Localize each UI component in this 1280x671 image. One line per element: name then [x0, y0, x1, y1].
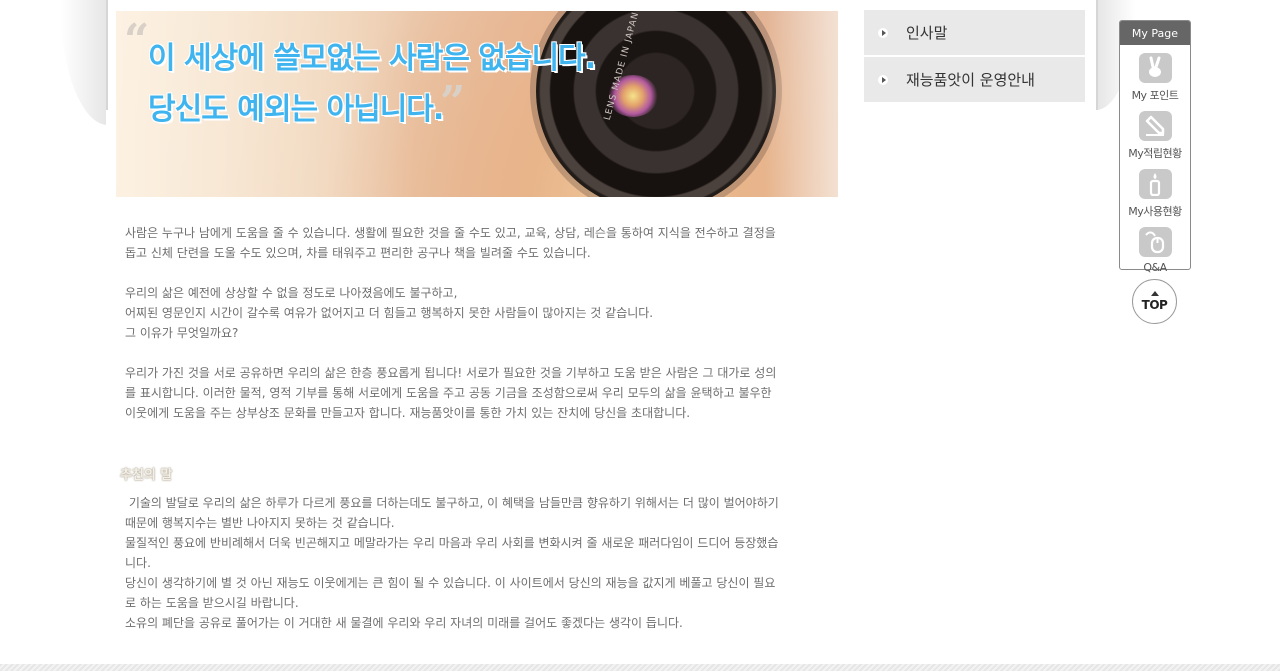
text-line: 우리의 삶은 예전에 상상할 수 없을 정도로 나아졌음에도 불구하고, [125, 286, 458, 300]
my-points-label: My 포인트 [1131, 89, 1179, 102]
text-line: 우리가 가진 것을 서로 공유하면 우리의 삶은 한층 풍요롭게 됩니다! 서로… [125, 366, 777, 380]
open-quote-icon: “ [124, 15, 150, 66]
card-shadow-left [60, 0, 108, 125]
text-line: 어찌된 영문인지 시간이 갈수록 여유가 없어지고 더 힘들고 행복하지 못한 … [125, 306, 654, 320]
hero-quote-line1: 이 세상에 쓸모없는 사람은 없습니다. [148, 41, 596, 76]
submenu-item-label: 인사말 [906, 24, 948, 42]
recommend-text: 기술의 발달로 우리의 삶은 하루가 다르게 풍요를 더하는데도 불구하고, 이… [125, 493, 830, 653]
submenu-item-guide[interactable]: 재능품앗이 운영안내 [864, 57, 1085, 102]
my-points-link[interactable]: My 포인트 [1120, 53, 1190, 103]
my-usage-link[interactable]: My사용현황 [1120, 169, 1190, 219]
my-earnings-label: My적립현황 [1128, 147, 1182, 160]
text-line: 소유의 폐단을 공유로 풀어가는 이 거대한 새 물결에 우리와 우리 자녀의 … [125, 616, 683, 630]
my-earnings-link[interactable]: My적립현황 [1120, 111, 1190, 161]
submenu-item-greeting[interactable]: 인사말 [864, 10, 1085, 55]
qna-label: Q&A [1143, 261, 1167, 274]
text-line: 로 하는 도움을 받으시길 바랍니다. [125, 596, 299, 610]
text-line: 를 표시합니다. 이러한 물적, 영적 기부를 통해 서로에게 도움을 주고 공… [125, 386, 772, 400]
text-line: 이웃에게 도움을 주는 상부상조 문화를 만들고자 합니다. 재능품앗이를 통한… [125, 406, 691, 420]
arrow-up-icon [1150, 291, 1159, 296]
hero-quote-line2: 당신도 예외는 아닙니다. [148, 92, 444, 127]
my-page-panel: My Page My 포인트 My적립현황 My사용현황 Q&A [1119, 20, 1191, 274]
text-line: 때문에 행복지수는 별반 나아지지 못하는 것 같습니다. [125, 516, 395, 530]
arrow-bullet-icon [878, 74, 888, 85]
scroll-to-top-button[interactable]: TOP [1132, 279, 1177, 324]
intro-text: 사람은 누구나 남에게 도움을 줄 수 있습니다. 생활에 필요한 것을 줄 수… [125, 223, 830, 443]
close-quote-icon: ” [440, 77, 466, 128]
page: LENS MADE IN JAPAN “ 이 세상에 쓸모없는 사람은 없습니다… [0, 0, 1280, 671]
footer-stripe [0, 664, 1280, 671]
my-usage-label: My사용현황 [1128, 205, 1182, 218]
pencil-icon [1138, 111, 1172, 141]
card-border [106, 0, 108, 110]
intro-paragraph: 사람은 누구나 남에게 도움을 줄 수 있습니다. 생활에 필요한 것을 줄 수… [125, 223, 830, 263]
text-line: 당신이 생각하기에 별 것 아닌 재능도 이웃에게는 큰 힘이 될 수 있습니다… [125, 576, 776, 590]
top-label: TOP [1141, 298, 1168, 312]
mouse-icon [1138, 227, 1172, 257]
text-line: 그 이유가 무엇일까요? [125, 326, 239, 340]
arrow-bullet-icon [878, 27, 888, 38]
submenu-item-label: 재능품앗이 운영안내 [906, 71, 1035, 89]
recommend-section-title: 추천의 말 [120, 468, 173, 483]
text-line: 사람은 누구나 남에게 도움을 줄 수 있습니다. 생활에 필요한 것을 줄 수… [125, 226, 776, 240]
side-submenu: 인사말 재능품앗이 운영안내 [864, 10, 1085, 104]
text-line: 기술의 발달로 우리의 삶은 하루가 다르게 풍요를 더하는데도 불구하고, 이… [125, 496, 779, 510]
my-page-title: My Page [1120, 21, 1190, 45]
victory-hand-icon [1138, 53, 1172, 83]
text-line: 니다. [125, 556, 151, 570]
text-line: 물질적인 풍요에 반비례해서 더욱 빈곤해지고 메말라가는 우리 마음과 우리 … [125, 536, 779, 550]
card-border [1096, 0, 1098, 110]
candle-icon [1138, 169, 1172, 199]
intro-paragraph: 우리가 가진 것을 서로 공유하면 우리의 삶은 한층 풍요롭게 됩니다! 서로… [125, 363, 830, 423]
recommend-paragraph: 기술의 발달로 우리의 삶은 하루가 다르게 풍요를 더하는데도 불구하고, 이… [125, 493, 830, 633]
qna-link[interactable]: Q&A [1120, 227, 1190, 274]
hero-banner: LENS MADE IN JAPAN “ 이 세상에 쓸모없는 사람은 없습니다… [116, 11, 838, 197]
intro-paragraph: 우리의 삶은 예전에 상상할 수 없을 정도로 나아졌음에도 불구하고, 어찌된… [125, 283, 830, 343]
text-line: 돕고 신체 단련을 도울 수도 있으며, 차를 태워주고 편리한 공구나 책을 … [125, 246, 591, 260]
